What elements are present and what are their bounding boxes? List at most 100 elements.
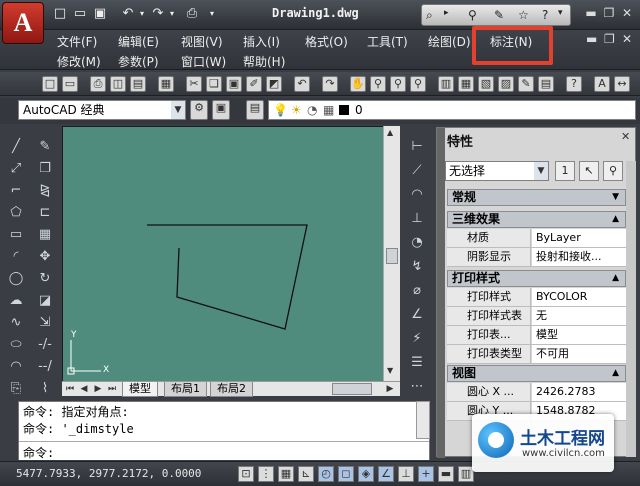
- quick-access-dropdown-icon[interactable]: ▾: [204, 6, 220, 22]
- scale-icon[interactable]: ◪: [36, 292, 54, 310]
- prop-value[interactable]: 不可用: [532, 345, 626, 363]
- object-snap-icon[interactable]: ◻: [338, 466, 354, 482]
- plot-preview-icon[interactable]: ◫: [110, 76, 126, 92]
- aligned-dim-icon[interactable]: ⟋: [408, 162, 426, 180]
- prop-row[interactable]: 材质 ByLayer: [447, 229, 626, 248]
- menu-help[interactable]: 帮助(H): [243, 53, 285, 70]
- section-plot-style[interactable]: 打印样式 ▲: [447, 270, 626, 287]
- help-dropdown-icon[interactable]: ▾: [558, 8, 563, 18]
- drawing-canvas[interactable]: Y X: [62, 126, 400, 396]
- diameter-dim-icon[interactable]: ⌀: [408, 282, 426, 300]
- scroll-thumb[interactable]: [386, 248, 398, 264]
- plot-icon[interactable]: ⎙: [184, 6, 200, 22]
- collapse-icon[interactable]: ▲: [612, 212, 619, 227]
- scroll-right-icon[interactable]: ▶: [384, 383, 396, 395]
- command-input[interactable]: 命令:: [19, 441, 429, 460]
- sun-icon[interactable]: ☀: [291, 101, 302, 119]
- polygon-icon[interactable]: ⬠: [7, 204, 25, 222]
- customize-icon[interactable]: ▣: [212, 100, 230, 120]
- revision-cloud-icon[interactable]: ☁: [7, 292, 25, 310]
- continue-dim-icon[interactable]: ⋯: [408, 378, 426, 396]
- chevron-down-icon[interactable]: ▼: [534, 162, 548, 180]
- doc-close-icon[interactable]: ✕: [622, 32, 632, 46]
- tab-layout1[interactable]: 布局1: [164, 382, 207, 397]
- open-file-icon[interactable]: ▭: [72, 6, 88, 22]
- extend-icon[interactable]: --/: [36, 358, 54, 376]
- menu-format[interactable]: 格式(O): [305, 33, 348, 50]
- 3d-object-snap-icon[interactable]: ◈: [358, 466, 374, 482]
- circle-icon[interactable]: ◯: [7, 270, 25, 288]
- layer-control[interactable]: 💡 ☀ ◔ ▦ 0: [268, 100, 636, 120]
- construction-line-icon[interactable]: ⤢: [7, 160, 25, 178]
- scroll-up-icon[interactable]: ▲: [387, 128, 393, 137]
- expand-icon[interactable]: ▼: [612, 190, 619, 205]
- collapse-icon[interactable]: ▲: [612, 271, 619, 286]
- first-tab-icon[interactable]: ⏮: [64, 383, 76, 395]
- menu-tools[interactable]: 工具(T): [367, 33, 408, 50]
- menu-file[interactable]: 文件(F): [57, 33, 97, 50]
- tab-model[interactable]: 模型: [122, 382, 158, 397]
- spline-icon[interactable]: ∿: [7, 314, 25, 332]
- binoculars-icon[interactable]: ⌕: [426, 8, 433, 23]
- section-general[interactable]: 常规 ▼: [447, 189, 626, 206]
- viewport-freeze-icon[interactable]: ▦: [323, 101, 334, 119]
- workspace-select[interactable]: AutoCAD 经典 ▼: [18, 100, 186, 120]
- prop-row[interactable]: 打印表类型 不可用: [447, 345, 626, 364]
- match-properties-icon[interactable]: ✐: [246, 76, 262, 92]
- undo-toolbar-icon[interactable]: ↶: [294, 76, 310, 92]
- workspace-settings-icon[interactable]: ⚙: [190, 100, 208, 120]
- linear-dim-icon[interactable]: ⊢: [408, 138, 426, 156]
- new-file-icon[interactable]: □: [52, 6, 68, 22]
- snap-mode-icon[interactable]: ⋮: [258, 466, 274, 482]
- application-menu-button[interactable]: A: [2, 2, 44, 44]
- search-icon[interactable]: ⚲: [468, 8, 477, 22]
- section-3d-effects[interactable]: 三维效果 ▲: [447, 211, 626, 228]
- trim-icon[interactable]: -/-: [36, 336, 54, 354]
- markup-icon[interactable]: ✎: [518, 76, 534, 92]
- redo-toolbar-icon[interactable]: ↷: [322, 76, 338, 92]
- info-expand-icon[interactable]: ▸: [444, 8, 449, 18]
- insert-block-icon[interactable]: ⎘: [7, 380, 25, 398]
- last-tab-icon[interactable]: ⏭: [106, 383, 118, 395]
- angular-dim-icon[interactable]: ∠: [408, 306, 426, 324]
- prop-value[interactable]: 无: [532, 307, 626, 325]
- copy-icon[interactable]: ❏: [206, 76, 222, 92]
- prop-value[interactable]: ByLayer: [532, 229, 626, 247]
- polar-tracking-icon[interactable]: ◴: [318, 466, 334, 482]
- chevron-down-icon[interactable]: ▼: [171, 101, 185, 119]
- toggle-pickadd-icon[interactable]: 1: [555, 161, 575, 181]
- prop-row[interactable]: 打印表... 模型: [447, 326, 626, 345]
- sheet-set-icon[interactable]: ▨: [498, 76, 514, 92]
- ordinate-dim-icon[interactable]: ⊥: [408, 210, 426, 228]
- tool-palettes-icon[interactable]: ▧: [478, 76, 494, 92]
- zoom-window-icon[interactable]: ⚲: [390, 76, 406, 92]
- dynamic-ucs-icon[interactable]: ⊥: [398, 466, 414, 482]
- palette-scrollbar[interactable]: [626, 161, 636, 457]
- array-icon[interactable]: ▦: [36, 226, 54, 244]
- plot-icon[interactable]: ⎙: [90, 76, 106, 92]
- mirror-icon[interactable]: ⧎: [36, 182, 54, 200]
- calculator-icon[interactable]: ▤: [538, 76, 554, 92]
- vertical-scrollbar[interactable]: ▲ ▼: [383, 126, 400, 382]
- collapse-icon[interactable]: ▲: [612, 366, 619, 381]
- arc-icon[interactable]: ◜: [7, 248, 25, 266]
- cut-icon[interactable]: ✂: [186, 76, 202, 92]
- pan-icon[interactable]: ✋: [350, 76, 366, 92]
- favorites-icon[interactable]: ☆: [518, 8, 529, 22]
- menu-draw[interactable]: 绘图(D): [428, 33, 471, 50]
- menu-view[interactable]: 视图(V): [181, 33, 223, 50]
- line-icon[interactable]: ╱: [7, 138, 25, 156]
- lightbulb-icon[interactable]: 💡: [273, 101, 288, 119]
- object-snap-tracking-icon[interactable]: ∠: [378, 466, 394, 482]
- minimize-icon[interactable]: ▬: [584, 6, 598, 20]
- erase-icon[interactable]: ✎: [36, 138, 54, 156]
- palette-strip[interactable]: [437, 128, 445, 458]
- unlock-icon[interactable]: ◔: [307, 101, 317, 119]
- prop-row[interactable]: 打印样式表 无: [447, 307, 626, 326]
- prop-value[interactable]: 2426.2783: [532, 383, 626, 401]
- polyline-icon[interactable]: ⌐: [7, 182, 25, 200]
- redo-dropdown-icon[interactable]: ▾: [164, 6, 180, 22]
- quick-select-icon[interactable]: ⚲: [603, 161, 623, 181]
- save-icon[interactable]: ▣: [92, 6, 108, 22]
- coordinate-display[interactable]: 5477.7933, 2977.2172, 0.0000: [16, 467, 201, 480]
